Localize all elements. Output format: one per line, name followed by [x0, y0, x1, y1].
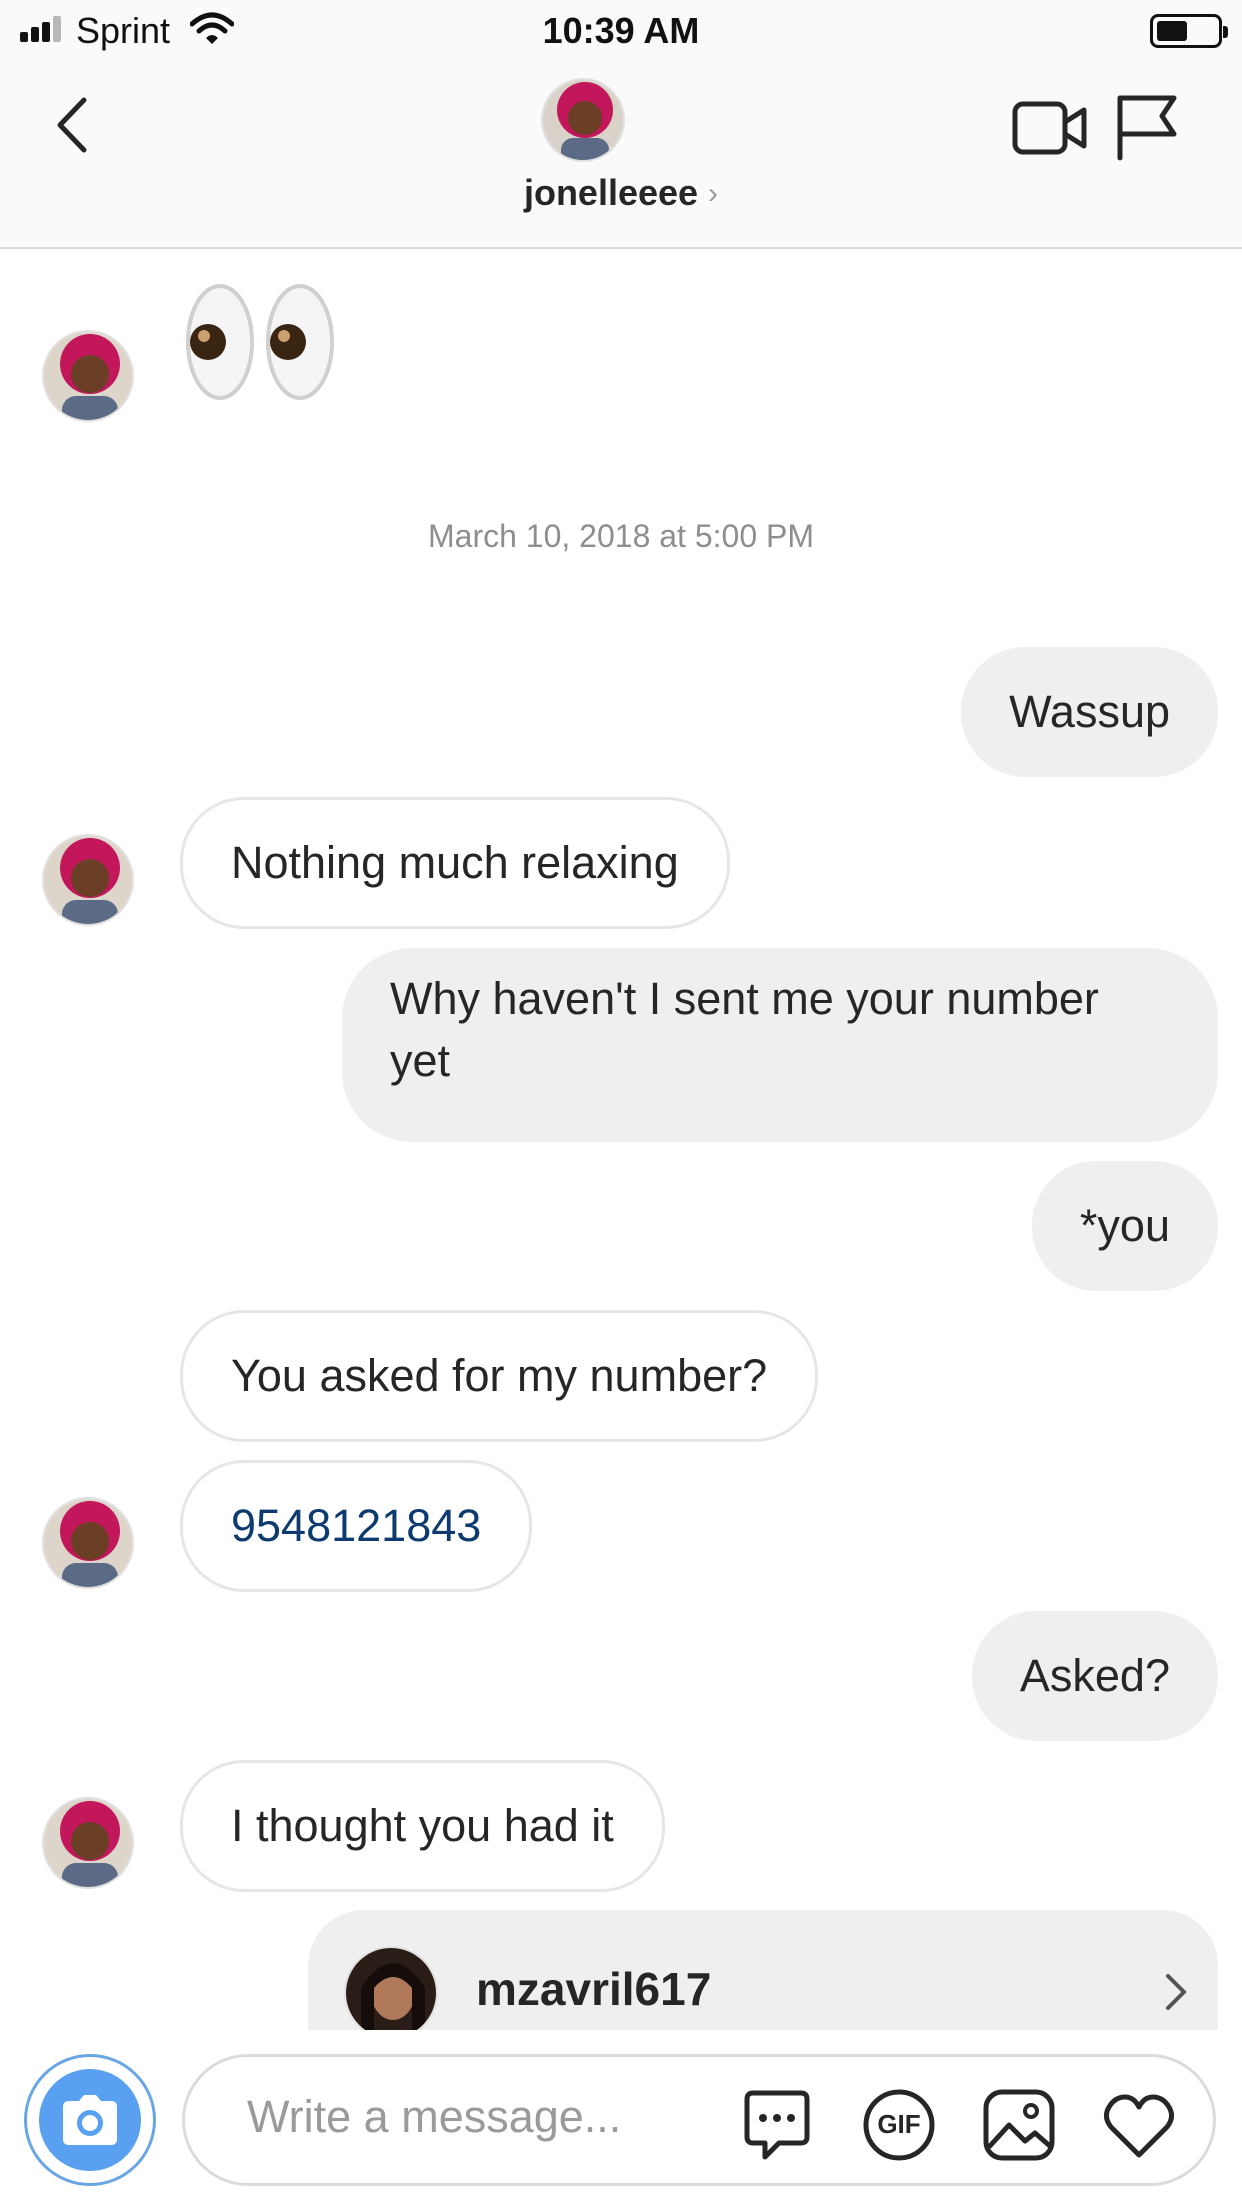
- sender-avatar[interactable]: [42, 1797, 134, 1889]
- gif-icon[interactable]: GIF: [861, 2087, 937, 2163]
- sender-avatar[interactable]: [42, 1497, 134, 1589]
- sender-avatar[interactable]: [42, 330, 134, 422]
- outgoing-message[interactable]: Asked?: [971, 1611, 1218, 1741]
- chevron-right-icon: [1166, 1974, 1187, 2010]
- shared-profile-avatar[interactable]: [344, 1946, 438, 2030]
- incoming-message[interactable]: I thought you had it: [180, 1760, 665, 1892]
- contact-name-row[interactable]: jonelleeee ›: [0, 172, 1242, 214]
- outgoing-message[interactable]: *you: [1031, 1161, 1218, 1291]
- outgoing-message[interactable]: Why haven't I sent me your number yet: [342, 948, 1218, 1142]
- chevron-left-icon[interactable]: [44, 90, 104, 160]
- chat-bubble-icon[interactable]: [739, 2087, 815, 2163]
- flag-icon[interactable]: [1114, 92, 1180, 162]
- photo-icon[interactable]: [981, 2087, 1057, 2163]
- incoming-message[interactable]: 9548121843: [180, 1460, 533, 1592]
- eyes-emoji-message[interactable]: 👀: [184, 282, 342, 402]
- gif-label: GIF: [877, 2109, 921, 2139]
- chat-header: jonelleeee ›: [0, 64, 1242, 249]
- incoming-message[interactable]: You asked for my number?: [180, 1310, 819, 1442]
- camera-icon: [63, 2095, 117, 2145]
- status-bar: Sprint 10:39 AM: [0, 0, 1242, 64]
- shared-profile-username[interactable]: mzavril617: [476, 1962, 711, 2016]
- message-input[interactable]: Write a message... GIF: [182, 2054, 1216, 2186]
- battery-icon: [1150, 14, 1228, 48]
- heart-icon[interactable]: [1101, 2087, 1177, 2163]
- chevron-right-icon: ›: [708, 177, 719, 210]
- video-camera-icon[interactable]: [1012, 98, 1088, 158]
- message-input-placeholder: Write a message...: [247, 2091, 622, 2142]
- contact-username[interactable]: jonelleeee: [524, 172, 698, 213]
- phone-number-link[interactable]: 9548121843: [231, 1494, 481, 1558]
- shared-profile-card[interactable]: mzavril617: [308, 1910, 1218, 2030]
- emoji-text: 👀: [184, 282, 185, 283]
- message-composer: Write a message... GIF: [0, 2030, 1242, 2208]
- contact-avatar[interactable]: [541, 78, 625, 162]
- outgoing-message[interactable]: Wassup: [961, 647, 1218, 777]
- camera-button[interactable]: [24, 2054, 156, 2186]
- incoming-message[interactable]: Nothing much relaxing: [180, 797, 730, 929]
- status-time: 10:39 AM: [542, 10, 700, 51]
- sender-avatar[interactable]: [42, 834, 134, 926]
- message-timestamp: March 10, 2018 at 5:00 PM: [428, 518, 814, 554]
